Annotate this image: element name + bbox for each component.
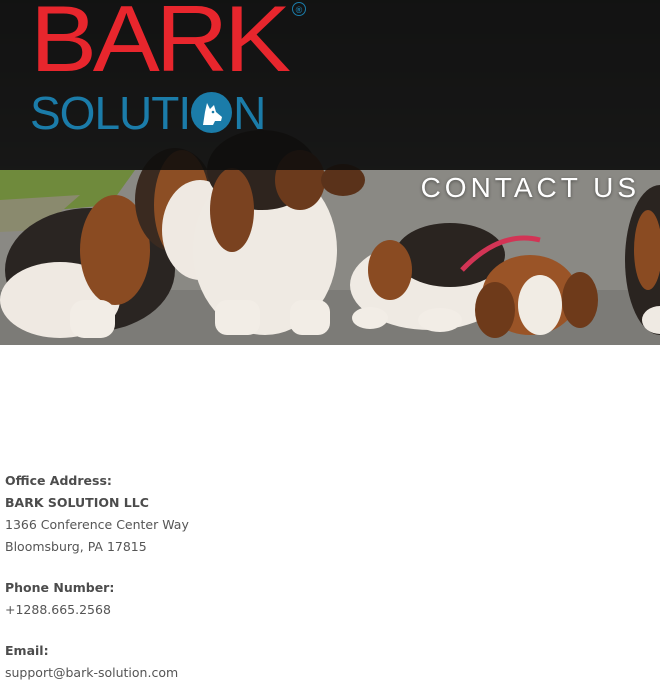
office-address-label: Office Address: [5, 473, 112, 488]
bark-solution-logo[interactable]: BARK SOLUTI N ® [30, 0, 310, 139]
logo-wordmark-solution: SOLUTI N [30, 87, 266, 139]
city-state-zip: Bloomsburg, PA 17815 [5, 539, 147, 554]
contact-details: Office Address: BARK SOLUTION LLC 1366 C… [5, 470, 189, 684]
dog-head-icon [191, 92, 233, 133]
phone-number-label: Phone Number: [5, 580, 115, 595]
registered-mark: ® [292, 2, 306, 16]
email-address[interactable]: support@bark-solution.com [5, 662, 189, 684]
email-link[interactable]: support@bark-solution.com [5, 665, 178, 680]
street-address: 1366 Conference Center Way [5, 517, 189, 532]
hero-banner: BARK SOLUTI N ® CONTACT US [0, 0, 660, 345]
email-label: Email: [5, 643, 49, 658]
logo-wordmark-bark: BARK [30, 0, 291, 91]
phone-number[interactable]: +1288.665.2568 [5, 599, 189, 621]
page-title: CONTACT US [420, 172, 640, 203]
company-name: BARK SOLUTION LLC [5, 495, 149, 510]
